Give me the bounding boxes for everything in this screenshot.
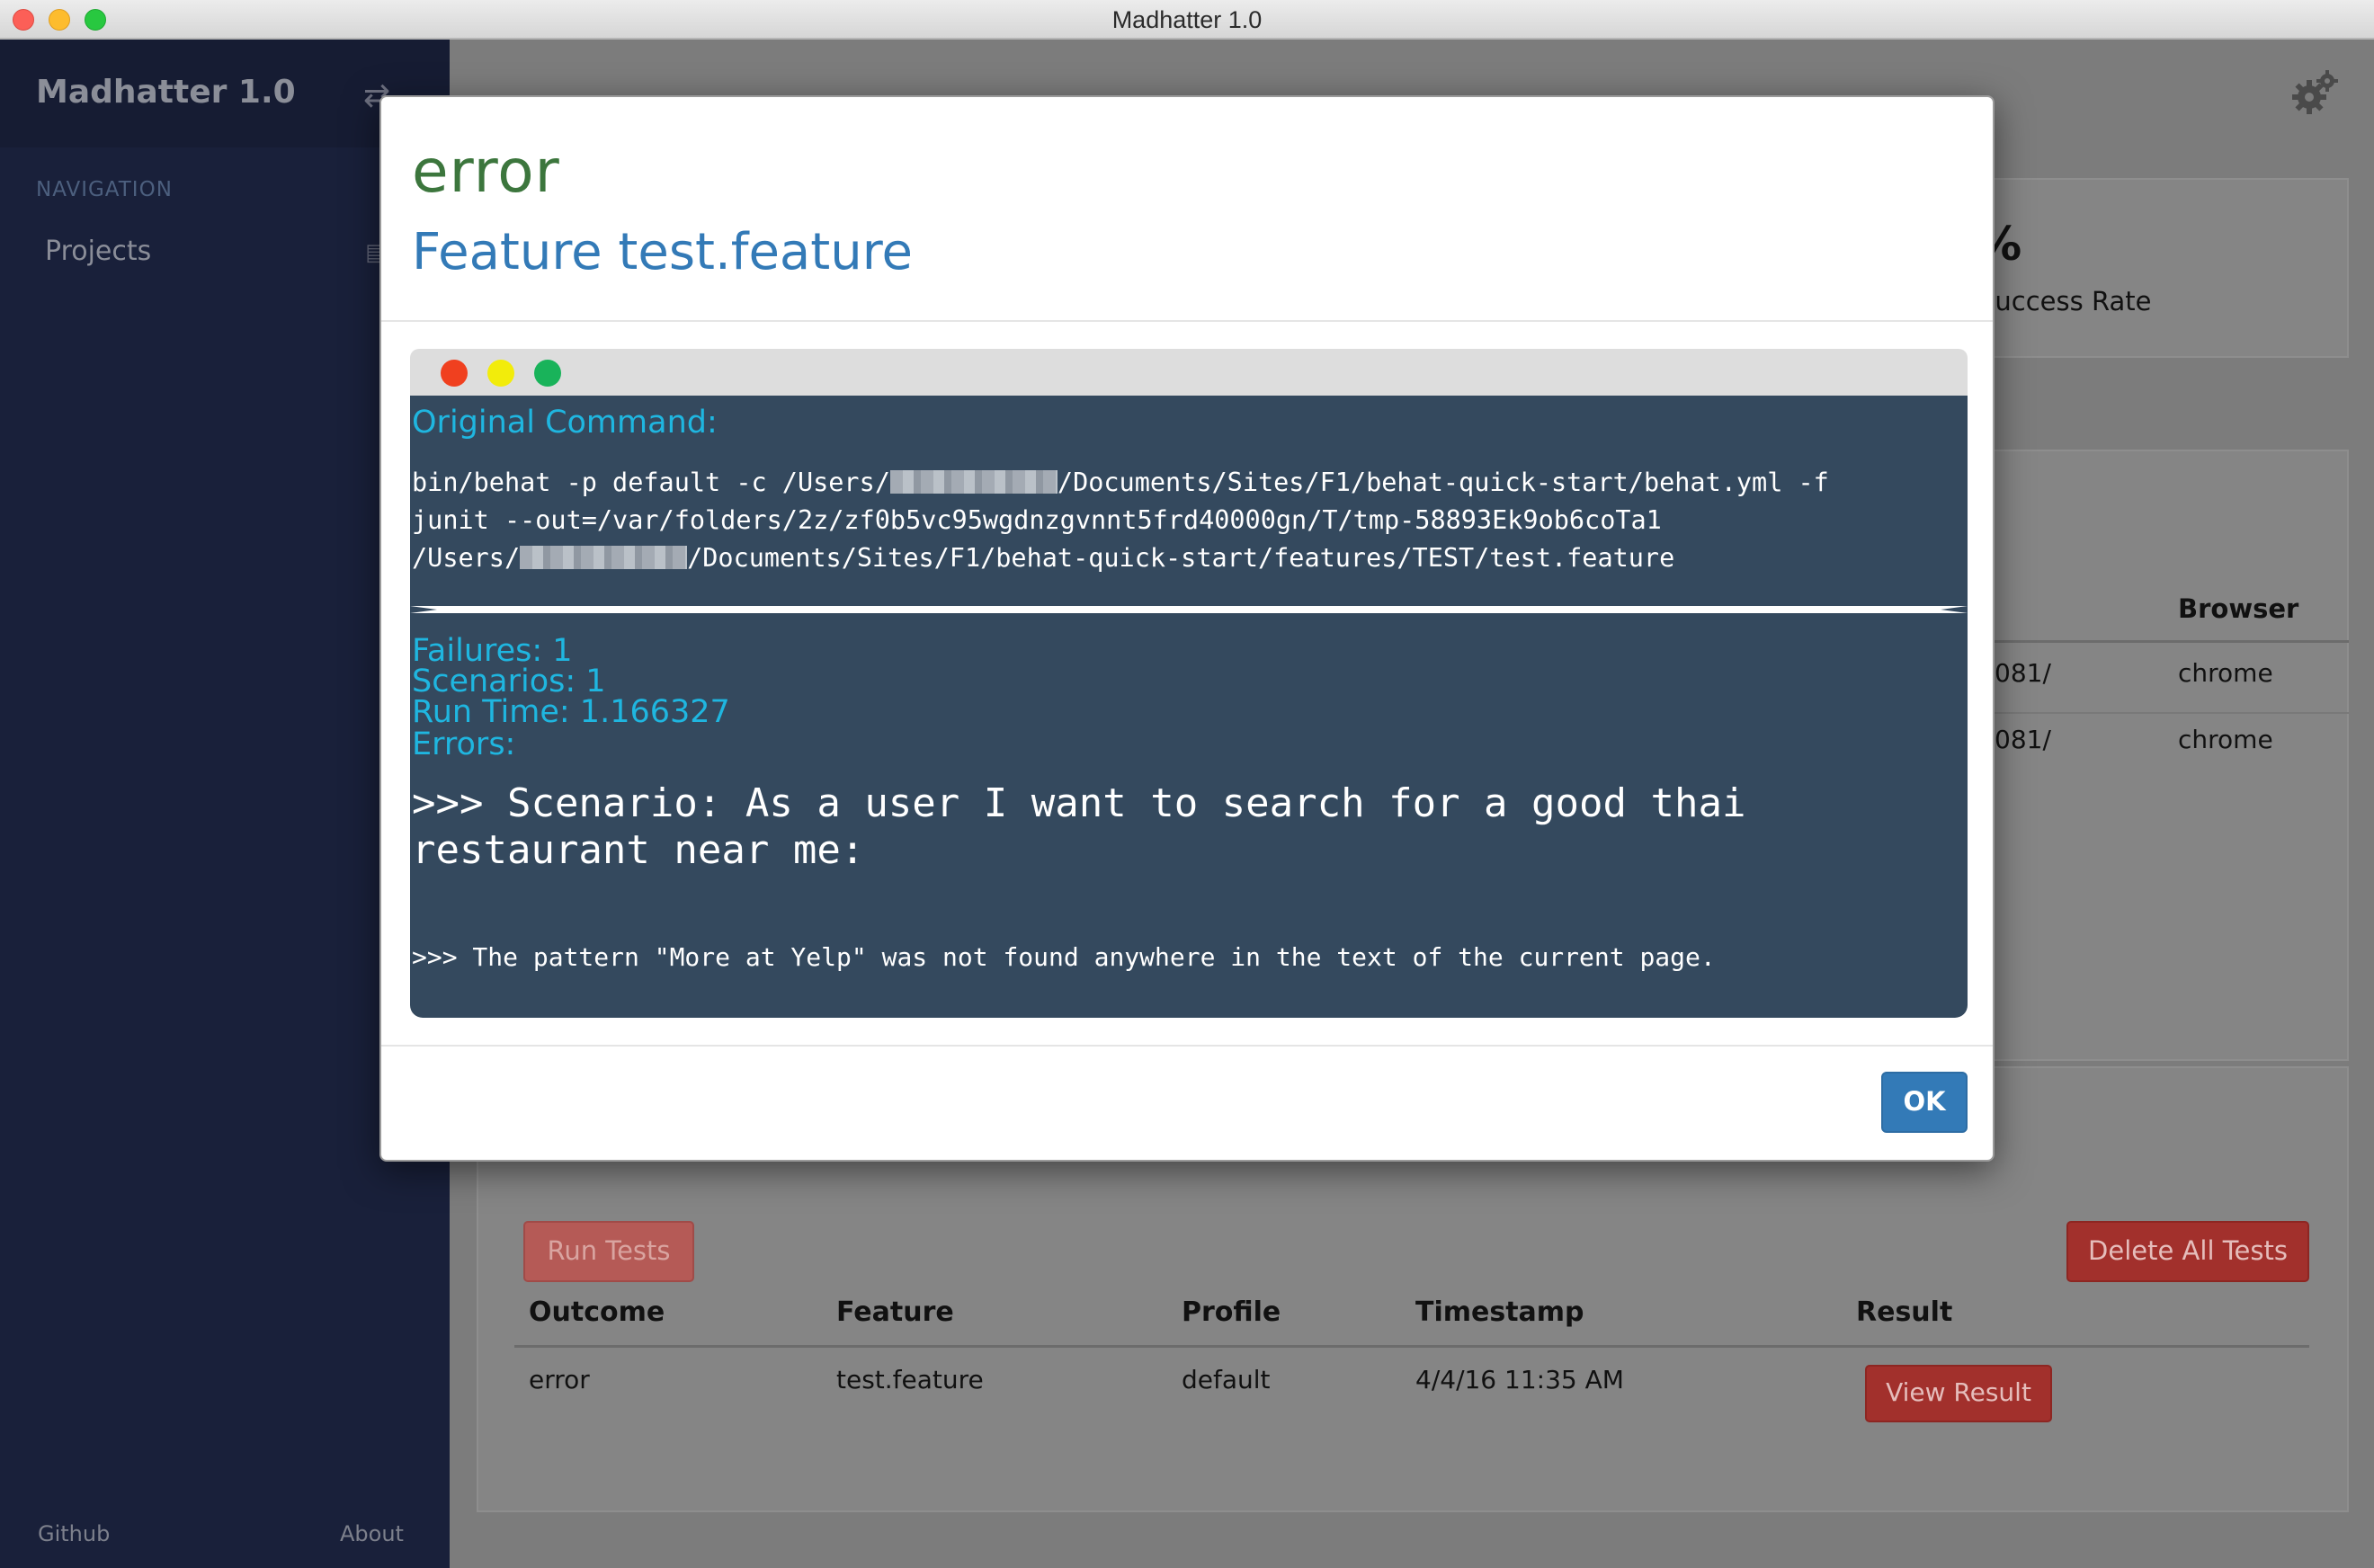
modal-status: error	[412, 137, 560, 206]
terminal-separator	[410, 606, 1968, 613]
window-title: Madhatter 1.0	[1111, 6, 1263, 33]
delete-all-tests-button[interactable]: Delete All Tests	[2066, 1221, 2309, 1282]
errors-heading: Errors:	[412, 726, 516, 762]
terminal-green-dot-icon	[534, 360, 561, 387]
column-header-browser: Browser	[2178, 593, 2299, 624]
project-row-browser: chrome	[2178, 725, 2273, 754]
ok-button[interactable]: OK	[1881, 1072, 1968, 1133]
column-header-outcome: Outcome	[529, 1296, 665, 1328]
project-row-url: 081/	[1995, 725, 2051, 754]
window-titlebar: Madhatter 1.0	[0, 0, 2374, 40]
redacted-username	[520, 546, 688, 569]
original-command-text: bin/behat -p default -c /Users//Document…	[412, 468, 1829, 573]
settings-gear-icon[interactable]	[2291, 68, 2340, 117]
result-profile: default	[1182, 1365, 1271, 1394]
project-row-url: 081/	[1995, 658, 2051, 688]
project-row-browser: chrome	[2178, 658, 2273, 688]
scenario-title: >>> Scenario: As a user I want to search…	[412, 780, 1746, 873]
modal-divider	[381, 1045, 1993, 1047]
column-header-result: Result	[1856, 1296, 1953, 1328]
app-brand[interactable]: Madhatter 1.0	[36, 74, 296, 111]
table-divider	[514, 1345, 2309, 1348]
result-outcome: error	[529, 1365, 590, 1394]
redacted-username	[889, 470, 1058, 494]
nav-section-label: NAVIGATION	[36, 178, 173, 201]
about-link[interactable]: About	[340, 1521, 404, 1546]
modal-title: Feature test.feature	[412, 223, 913, 281]
table-divider	[1966, 640, 2349, 643]
view-result-button[interactable]: View Result	[1865, 1365, 2052, 1422]
terminal-red-dot-icon	[441, 360, 468, 387]
github-link[interactable]: Github	[38, 1521, 110, 1546]
error-message: >>> The pattern "More at Yelp" was not f…	[412, 942, 1716, 972]
row-divider	[1966, 712, 2349, 714]
run-time: Run Time: 1.166327	[412, 694, 730, 730]
result-feature: test.feature	[836, 1365, 984, 1394]
result-modal: error Feature test.feature Original Comm…	[379, 95, 1995, 1162]
terminal-yellow-dot-icon	[487, 360, 514, 387]
sidebar-item-projects[interactable]: Projects	[45, 236, 151, 267]
column-header-profile: Profile	[1182, 1296, 1281, 1328]
result-timestamp: 4/4/16 11:35 AM	[1415, 1365, 1624, 1394]
terminal-output: Original Command: bin/behat -p default -…	[410, 396, 1968, 1018]
column-header-timestamp: Timestamp	[1415, 1296, 1584, 1328]
terminal-titlebar	[410, 349, 1968, 396]
success-rate-label: Success Rate	[1978, 286, 2152, 316]
column-header-feature: Feature	[836, 1296, 954, 1328]
modal-divider	[381, 320, 1993, 322]
original-command-heading: Original Command:	[412, 405, 718, 441]
run-tests-button[interactable]: Run Tests	[523, 1221, 694, 1282]
